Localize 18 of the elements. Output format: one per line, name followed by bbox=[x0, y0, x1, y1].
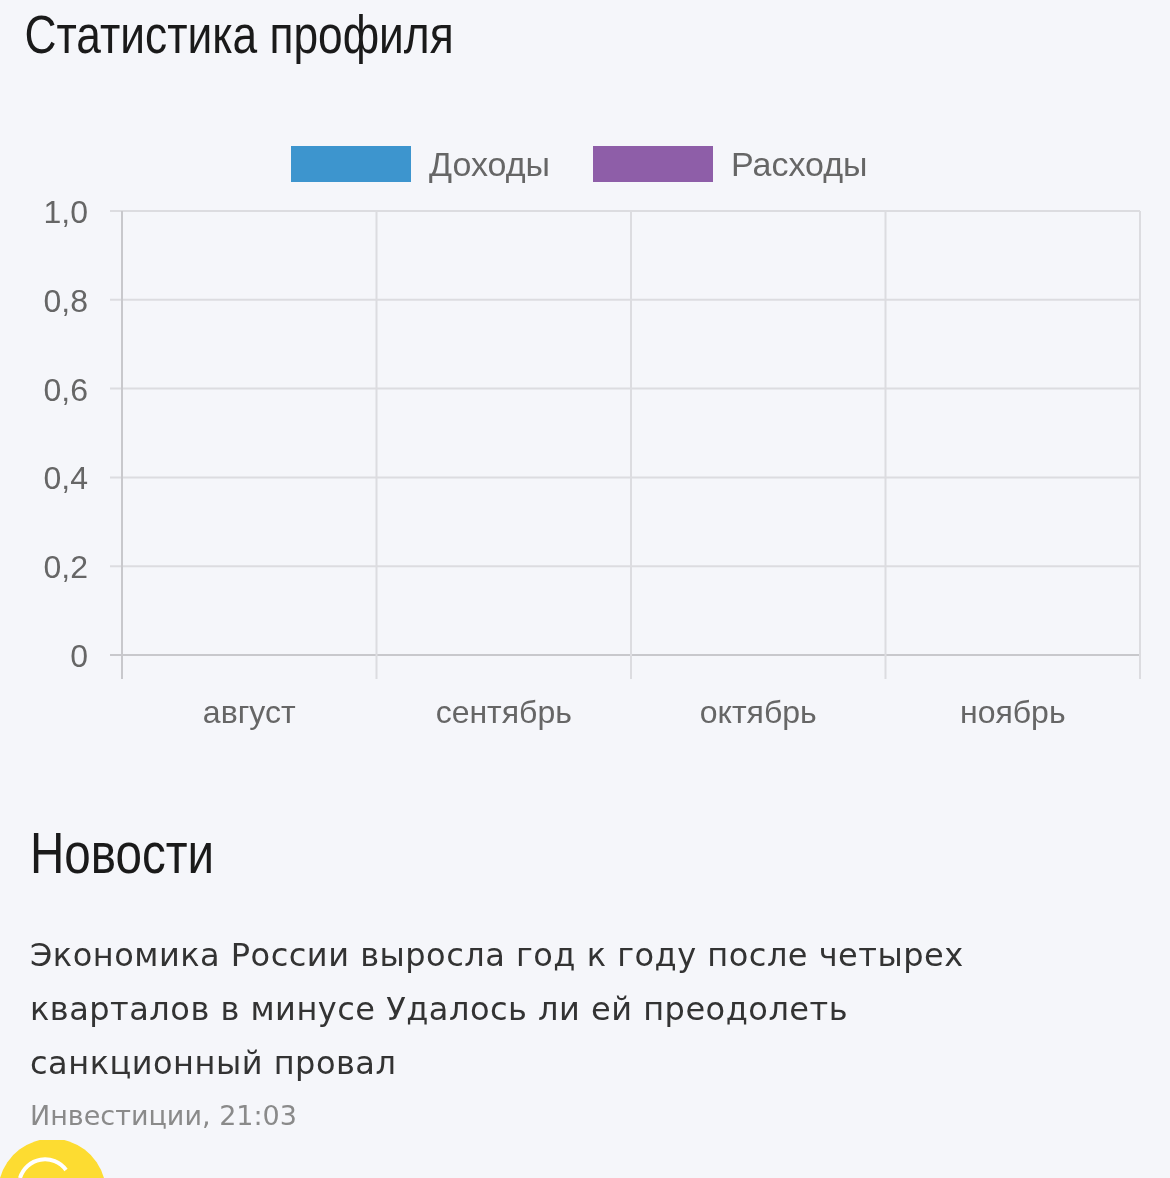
news-headline[interactable]: Экономика России выросла год к году после четырех кварталов в минусе Удалось ли ей преодолеть санкционный провал bbox=[30, 928, 1070, 1090]
axis-label: октябрь bbox=[699, 694, 817, 730]
axis-label: 0 bbox=[70, 638, 88, 674]
news-meta: Инвестиции, 21:03 bbox=[30, 1100, 298, 1131]
axis-label: 0,2 bbox=[43, 549, 88, 586]
axis-label: сентябрь bbox=[435, 694, 572, 730]
legend-label: Доходы bbox=[429, 145, 550, 183]
axis-label: 0,4 bbox=[43, 460, 88, 497]
axis-label: 0,8 bbox=[43, 282, 88, 319]
axis-label: ноябрь bbox=[959, 694, 1066, 730]
legend-item[interactable]: Доходы bbox=[291, 145, 550, 183]
axis-label: 1,0 bbox=[43, 194, 88, 230]
section-title: Статистика профиля bbox=[23, 3, 455, 66]
legend-label: Расходы bbox=[731, 145, 868, 183]
section-title: Новости bbox=[30, 819, 216, 887]
axis-label: август bbox=[202, 694, 296, 730]
axis-label: 0,6 bbox=[43, 371, 88, 408]
legend-item[interactable]: Расходы bbox=[593, 145, 868, 183]
